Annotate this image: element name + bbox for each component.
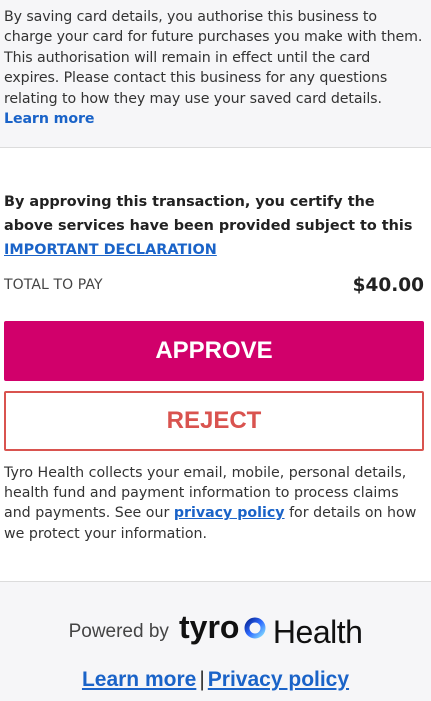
total-label: TOTAL TO PAY	[4, 277, 103, 293]
tyro-logo-icon: tyro	[179, 612, 266, 645]
tyro-ring-icon	[244, 617, 266, 639]
footer-privacy-policy-link[interactable]: Privacy policy	[208, 668, 349, 692]
total-row: TOTAL TO PAY $40.00	[4, 272, 424, 298]
reject-button[interactable]: REJECT	[4, 391, 424, 451]
declaration-text: By approving this transaction, you certi…	[4, 190, 428, 262]
tyro-health-logo: tyro Health	[179, 612, 363, 652]
total-amount: $40.00	[352, 274, 424, 296]
approve-button[interactable]: APPROVE	[4, 321, 424, 381]
tyro-wordmark: tyro	[179, 612, 239, 645]
footer-learn-more-link[interactable]: Learn more	[82, 668, 196, 692]
powered-by: Powered by tyro Health	[0, 612, 431, 652]
important-declaration-link[interactable]: IMPORTANT DECLARATION	[4, 242, 217, 258]
powered-by-label: Powered by	[68, 621, 169, 642]
footer-links: Learn more | Privacy policy	[0, 668, 431, 692]
footer: Powered by tyro Health Learn more | Priv…	[0, 581, 431, 701]
logo-health-text: Health	[272, 613, 363, 650]
footer-link-separator: |	[199, 668, 205, 691]
privacy-policy-link[interactable]: privacy policy	[174, 505, 285, 521]
consent-learn-more-link[interactable]: Learn more	[4, 111, 95, 127]
privacy-notice: Tyro Health collects your email, mobile,…	[4, 463, 428, 544]
card-consent-panel: By saving card details, you authorise th…	[0, 0, 431, 148]
declaration-body: By approving this transaction, you certi…	[4, 194, 413, 234]
card-consent-text: By saving card details, you authorise th…	[4, 7, 427, 129]
consent-body: By saving card details, you authorise th…	[4, 9, 423, 107]
